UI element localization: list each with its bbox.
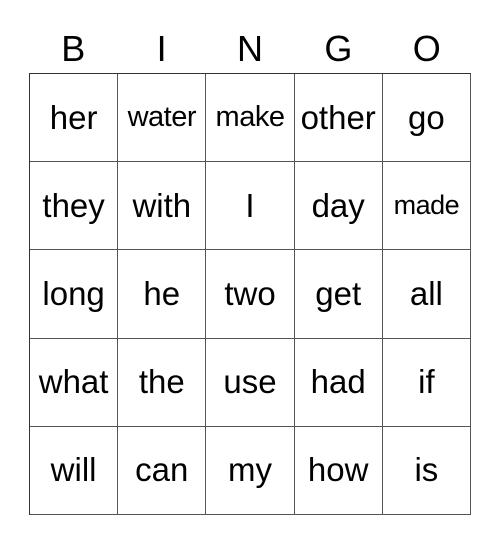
bingo-cell[interactable]: water bbox=[118, 74, 207, 163]
bingo-cell[interactable]: made bbox=[382, 162, 471, 251]
bingo-grid: her water make other go they with I day … bbox=[29, 73, 471, 515]
header-letter-b: B bbox=[61, 28, 86, 69]
bingo-cell[interactable]: long bbox=[30, 250, 119, 339]
bingo-cell[interactable]: her bbox=[30, 74, 119, 163]
bingo-cell[interactable]: get bbox=[294, 250, 383, 339]
header-letter-o: O bbox=[412, 28, 441, 69]
bingo-cell[interactable]: other bbox=[294, 74, 383, 163]
header-letter-i: I bbox=[156, 28, 167, 69]
bingo-cell[interactable]: all bbox=[382, 250, 471, 339]
bingo-cell[interactable]: they bbox=[30, 162, 119, 251]
bingo-cell[interactable]: had bbox=[294, 338, 383, 427]
bingo-cell[interactable]: day bbox=[294, 162, 383, 251]
bingo-cell[interactable]: go bbox=[382, 74, 471, 163]
bingo-cell[interactable]: will bbox=[30, 426, 119, 515]
bingo-cell[interactable]: is bbox=[382, 426, 471, 515]
bingo-header: B I N G O bbox=[29, 26, 471, 72]
bingo-cell[interactable]: if bbox=[382, 338, 471, 427]
header-letter-n: N bbox=[236, 28, 263, 69]
header-letter-g: G bbox=[324, 28, 353, 69]
bingo-cell[interactable]: he bbox=[118, 250, 207, 339]
bingo-cell[interactable]: my bbox=[206, 426, 295, 515]
bingo-cell[interactable]: what bbox=[30, 338, 119, 427]
bingo-cell[interactable]: make bbox=[206, 74, 295, 163]
bingo-cell[interactable]: I bbox=[206, 162, 295, 251]
bingo-cell[interactable]: how bbox=[294, 426, 383, 515]
bingo-cell[interactable]: the bbox=[118, 338, 207, 427]
bingo-cell[interactable]: can bbox=[118, 426, 207, 515]
bingo-cell[interactable]: with bbox=[118, 162, 207, 251]
bingo-cell[interactable]: use bbox=[206, 338, 295, 427]
bingo-cell[interactable]: two bbox=[206, 250, 295, 339]
